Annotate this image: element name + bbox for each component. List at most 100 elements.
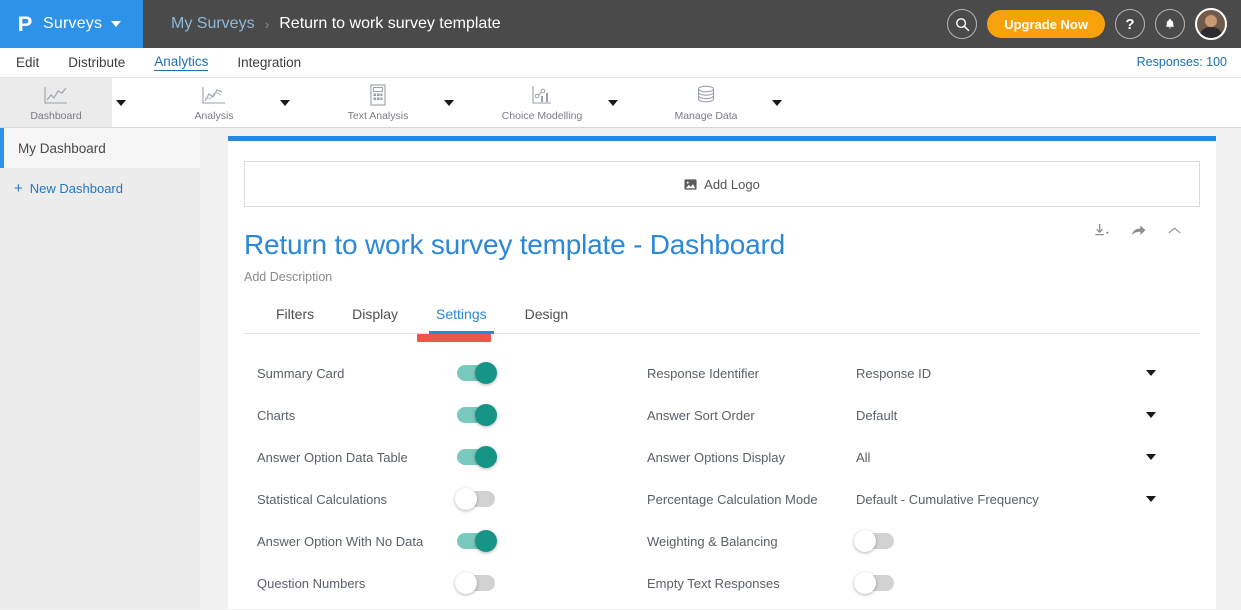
setting-row-statistical-calculations: Statistical Calculations xyxy=(257,478,647,520)
toggle-knob xyxy=(475,446,497,468)
nav-tab-integration[interactable]: Integration xyxy=(237,55,301,71)
search-icon xyxy=(955,17,970,32)
notifications-button[interactable] xyxy=(1155,9,1185,39)
sidebar-item-my-dashboard[interactable]: My Dashboard xyxy=(0,128,200,168)
toolbar-item-dashboard[interactable]: Dashboard xyxy=(0,78,112,127)
toolbar-label-manage-data: Manage Data xyxy=(674,109,738,122)
search-button[interactable] xyxy=(947,9,978,39)
collapse-chevron-icon[interactable] xyxy=(1167,226,1182,236)
toggle-knob xyxy=(475,404,497,426)
nav-tab-edit[interactable]: Edit xyxy=(16,55,39,71)
toggle-knob xyxy=(854,572,876,594)
toggle-answer-option-with-no-data[interactable] xyxy=(457,530,497,552)
setting-label: Answer Sort Order xyxy=(647,407,755,423)
new-dashboard-label: New Dashboard xyxy=(29,180,123,196)
toggle-knob xyxy=(475,362,497,384)
brand-home-button[interactable]: P Surveys xyxy=(0,0,143,48)
dashboard-sidebar: My Dashboard + New Dashboard xyxy=(0,128,200,609)
setting-label: Answer Option Data Table xyxy=(257,449,408,465)
line-chart-icon xyxy=(43,84,69,106)
setting-row-charts: Charts xyxy=(257,394,647,436)
toolbar-label-analysis: Analysis xyxy=(194,109,234,122)
database-icon xyxy=(695,84,717,106)
tab-design[interactable]: Design xyxy=(506,306,588,333)
toolbar-item-choice-modelling[interactable]: Choice Modelling xyxy=(486,78,598,127)
dashboard-actions xyxy=(1093,207,1200,238)
dashboard-title-row: Return to work survey template - Dashboa… xyxy=(244,207,1200,284)
text-analysis-dropdown-caret-icon[interactable] xyxy=(444,99,454,106)
add-logo-dropzone[interactable]: Add Logo xyxy=(244,161,1200,207)
toolbar-item-text-analysis[interactable]: Text Analysis xyxy=(322,78,434,127)
chevron-down-icon[interactable] xyxy=(1146,496,1156,502)
tab-display[interactable]: Display xyxy=(333,306,417,333)
toggle-answer-option-data-table[interactable] xyxy=(457,446,497,468)
tab-settings[interactable]: Settings xyxy=(417,306,506,334)
tab-filters[interactable]: Filters xyxy=(257,306,333,333)
setting-label: Answer Option With No Data xyxy=(257,533,424,549)
dashboard-content: Add Logo Return to work survey template … xyxy=(200,128,1241,609)
select-answer-options-display[interactable]: All xyxy=(856,450,1146,465)
setting-label: Weighting & Balancing xyxy=(647,533,778,549)
toolbar-label-choice-modelling: Choice Modelling xyxy=(501,109,583,122)
toolbar-label-text-analysis: Text Analysis xyxy=(347,109,409,122)
breadcrumb: My Surveys › Return to work survey templ… xyxy=(143,15,501,33)
nav-tab-distribute[interactable]: Distribute xyxy=(68,55,125,71)
toolbar-group-dashboard: Dashboard xyxy=(0,78,140,127)
page-title: Return to work survey template - Dashboa… xyxy=(244,229,785,260)
avatar[interactable] xyxy=(1195,8,1227,40)
sidebar-item-label: My Dashboard xyxy=(18,140,106,156)
primary-nav: Edit Distribute Analytics Integration Re… xyxy=(0,48,1241,78)
responses-count-label: Responses: 100 xyxy=(1136,55,1227,69)
bell-icon xyxy=(1163,17,1177,32)
toggle-charts[interactable] xyxy=(457,404,497,426)
top-actions: Upgrade Now ? xyxy=(947,0,1227,48)
toolbar-spacer-2 xyxy=(304,78,322,127)
chevron-down-icon[interactable] xyxy=(111,21,122,27)
setting-label: Statistical Calculations xyxy=(257,491,388,507)
setting-label: Response Identifier xyxy=(647,365,760,381)
help-button[interactable]: ? xyxy=(1115,9,1145,39)
download-icon[interactable] xyxy=(1093,223,1110,238)
setting-label: Percentage Calculation Mode xyxy=(647,491,818,507)
toggle-summary-card[interactable] xyxy=(457,362,497,384)
toggle-knob xyxy=(455,572,477,594)
chevron-down-icon[interactable] xyxy=(1146,454,1156,460)
toolbar-item-manage-data[interactable]: Manage Data xyxy=(650,78,762,127)
upgrade-now-button[interactable]: Upgrade Now xyxy=(987,10,1105,38)
toggle-empty-text-responses[interactable] xyxy=(854,572,894,594)
select-answer-sort-order[interactable]: Default xyxy=(856,408,1146,423)
chevron-down-icon[interactable] xyxy=(1146,370,1156,376)
toggle-weighting-and-balancing[interactable] xyxy=(854,530,894,552)
toolbar-spacer-3 xyxy=(468,78,486,127)
settings-panel: Summary Card Charts Answer Option Data T… xyxy=(244,352,1200,604)
share-icon[interactable] xyxy=(1130,223,1147,238)
dashboard-dropdown-caret-icon[interactable] xyxy=(116,99,126,106)
select-response-identifier[interactable]: Response ID xyxy=(856,366,1146,381)
nav-tab-analytics[interactable]: Analytics xyxy=(154,54,209,71)
setting-row-answer-sort-order: Answer Sort Order Default xyxy=(647,394,1200,436)
setting-row-response-identifier: Response Identifier Response ID xyxy=(647,352,1200,394)
toggle-statistical-calculations[interactable] xyxy=(455,488,495,510)
toolbar-item-analysis[interactable]: Analysis xyxy=(158,78,270,127)
choice-modelling-dropdown-caret-icon[interactable] xyxy=(608,99,618,106)
chevron-down-icon[interactable] xyxy=(1146,412,1156,418)
toggle-knob xyxy=(475,530,497,552)
toolbar-spacer-4 xyxy=(632,78,650,127)
image-icon xyxy=(684,178,697,191)
setting-row-answer-option-data-table: Answer Option Data Table xyxy=(257,436,647,478)
manage-data-dropdown-caret-icon[interactable] xyxy=(772,99,782,106)
breadcrumb-my-surveys-link[interactable]: My Surveys xyxy=(171,15,255,33)
text-analysis-icon xyxy=(368,83,388,106)
add-description-button[interactable]: Add Description xyxy=(244,270,785,284)
settings-column-right: Response Identifier Response ID Answer S… xyxy=(647,352,1200,604)
toggle-question-numbers[interactable] xyxy=(455,572,495,594)
add-logo-label: Add Logo xyxy=(704,176,760,192)
breadcrumb-separator-icon: › xyxy=(264,16,270,32)
toolbar-group-choice-modelling: Choice Modelling xyxy=(486,78,632,127)
setting-label: Summary Card xyxy=(257,365,345,381)
analysis-dropdown-caret-icon[interactable] xyxy=(280,99,290,106)
select-percentage-calculation-mode[interactable]: Default - Cumulative Frequency xyxy=(856,492,1146,507)
plus-icon: + xyxy=(14,179,23,197)
new-dashboard-button[interactable]: + New Dashboard xyxy=(0,168,200,208)
setting-row-weighting-and-balancing: Weighting & Balancing xyxy=(647,520,1200,562)
